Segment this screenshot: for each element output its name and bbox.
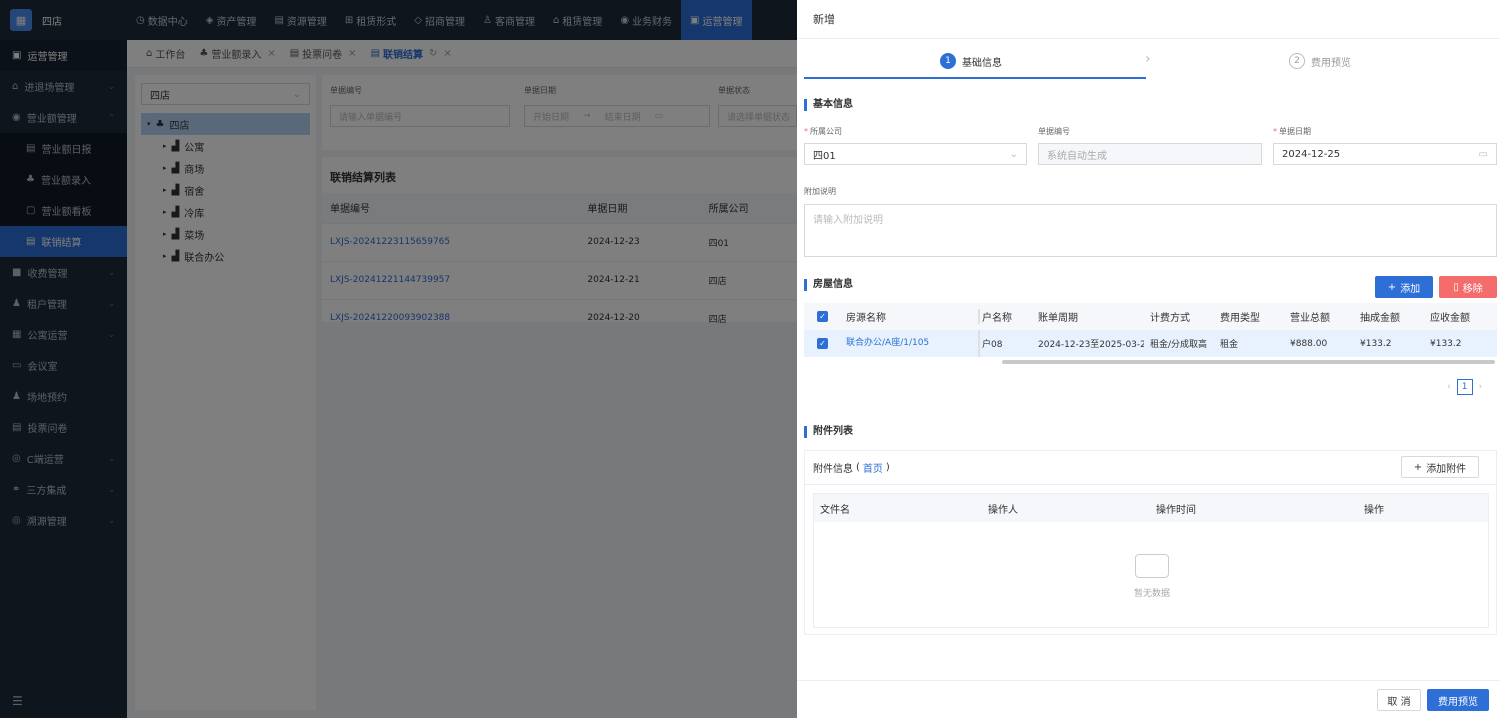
doc-no-field: 系统自动生成 <box>1038 143 1262 165</box>
required-mark: * <box>804 127 808 136</box>
add-drawer: 新增 1 基础信息 › 2 费用预览 基本信息 * 所属公司 四01 ⌄ 单据编号… <box>797 0 1500 718</box>
add-label: 添加 <box>1400 283 1421 295</box>
tenant-cell: 户08 <box>982 340 1003 350</box>
header-checkbox-cell[interactable]: ✓ <box>804 311 840 322</box>
steps: 1 基础信息 › 2 费用预览 <box>797 39 1500 79</box>
date-label-text: 单据日期 <box>1279 127 1311 136</box>
add-button[interactable]: + 添加 <box>1375 276 1433 298</box>
receivable-cell: ¥133.2 <box>1430 338 1462 349</box>
next-page-icon[interactable]: › <box>1479 382 1483 392</box>
modal-overlay[interactable] <box>0 0 797 718</box>
chevron-right-icon: › <box>1145 51 1151 67</box>
attach-home-link[interactable]: 首页 <box>863 460 883 475</box>
checkbox-checked-icon: ✓ <box>817 338 828 349</box>
required-mark: * <box>1273 127 1277 136</box>
col-header: 户名称 <box>982 313 1012 324</box>
remark-textarea[interactable]: 请输入附加说明 <box>804 204 1497 257</box>
commission-cell: ¥133.2 <box>1360 338 1392 349</box>
house-table: ✓ 房源名称 户名称 账单周期 计费方式 费用类型 营业总额 抽成金额 应收金额… <box>804 303 1497 363</box>
attachment-table: 文件名 操作人 操作时间 操作 暂无数据 <box>813 493 1489 628</box>
revenue-cell: ¥888.00 <box>1290 338 1328 349</box>
date-value: 2024-12-25 <box>1282 148 1341 160</box>
plus-icon: + <box>1413 461 1423 473</box>
trash-icon: ▯ <box>1453 281 1459 293</box>
col-header: 营业总额 <box>1290 313 1330 324</box>
company-label: * 所属公司 <box>804 126 842 137</box>
empty-text: 暂无数据 <box>1133 589 1170 599</box>
prev-page-icon[interactable]: ‹ <box>1447 382 1451 392</box>
col-header: 费用类型 <box>1220 313 1260 324</box>
attach-list-title: 附件列表 <box>804 426 853 438</box>
company-select[interactable]: 四01 ⌄ <box>804 143 1027 165</box>
remark-placeholder: 请输入附加说明 <box>813 215 883 226</box>
company-value: 四01 <box>813 150 836 162</box>
step-number: 2 <box>1289 53 1305 69</box>
step-number: 1 <box>940 53 956 69</box>
basic-info-title: 基本信息 <box>804 99 853 111</box>
step-label: 费用预览 <box>1311 57 1351 69</box>
col-header: 操作时间 <box>1156 504 1196 516</box>
col-header: 账单周期 <box>1038 313 1078 324</box>
empty-box-icon <box>1135 554 1169 578</box>
col-header: 操作人 <box>988 504 1018 516</box>
step-fee-preview[interactable]: 2 费用预览 <box>1289 53 1351 69</box>
step-active-line <box>804 77 1146 79</box>
col-header: 文件名 <box>820 504 850 516</box>
drawer-footer: 取 消 费用预览 <box>797 680 1500 718</box>
fee-preview-label: 费用预览 <box>1438 696 1478 708</box>
empty-state: 暂无数据 <box>814 554 1490 599</box>
page-number[interactable]: 1 <box>1456 379 1473 395</box>
remove-button[interactable]: ▯ 移除 <box>1439 276 1497 298</box>
pagination: ‹ 1 › <box>1447 379 1482 395</box>
row-checkbox-cell[interactable]: ✓ <box>804 338 840 349</box>
date-picker[interactable]: 2024-12-25 ▭ <box>1273 143 1497 165</box>
chevron-down-icon: ⌄ <box>1009 148 1018 160</box>
company-label-text: 所属公司 <box>810 127 842 136</box>
paren-open: ( <box>856 462 860 473</box>
checkbox-checked-icon: ✓ <box>817 311 828 322</box>
col-header: 应收金额 <box>1430 313 1470 324</box>
plus-icon: + <box>1387 281 1397 293</box>
attachment-header: 附件信息 ( 首页 ) <box>805 451 1496 485</box>
house-row[interactable]: ✓ 联合办公/A座/1/105 户08 2024-12-23至2025-03-2… <box>804 330 1497 357</box>
remark-label: 附加说明 <box>804 187 836 196</box>
doc-no-value: 系统自动生成 <box>1047 150 1107 162</box>
col-header: 房源名称 <box>840 309 980 324</box>
step-label: 基础信息 <box>962 57 1002 69</box>
col-header: 操作 <box>1364 504 1384 516</box>
doc-no-label: 单据编号 <box>1038 127 1070 136</box>
step-basic-info[interactable]: 1 基础信息 <box>940 53 1002 69</box>
attach-info-label: 附件信息 <box>813 464 853 475</box>
house-table-header: ✓ 房源名称 户名称 账单周期 计费方式 费用类型 营业总额 抽成金额 应收金额 <box>804 303 1497 330</box>
cancel-button[interactable]: 取 消 <box>1377 689 1421 711</box>
add-attachment-label: 添加附件 <box>1426 463 1467 475</box>
attachment-box: 附件信息 ( 首页 ) + 添加附件 文件名 操作人 操作时间 操作 暂无数据 <box>804 450 1497 635</box>
calendar-icon: ▭ <box>1478 148 1488 160</box>
date-label: * 单据日期 <box>1273 126 1311 137</box>
table-horizontal-scrollbar[interactable] <box>1002 360 1495 364</box>
cancel-label: 取 消 <box>1387 696 1411 708</box>
remove-label: 移除 <box>1462 283 1483 295</box>
period-cell: 2024-12-23至2025-03-22 <box>1038 340 1144 350</box>
fee-preview-button[interactable]: 费用预览 <box>1427 689 1489 711</box>
room-name-link[interactable]: 联合办公/A座/1/105 <box>840 330 980 357</box>
add-attachment-button[interactable]: + 添加附件 <box>1401 456 1479 478</box>
drawer-title: 新增 <box>797 0 1500 39</box>
house-info-title: 房屋信息 <box>804 279 853 291</box>
fee-type-cell: 租金 <box>1220 340 1239 350</box>
col-header: 计费方式 <box>1150 313 1190 324</box>
billing-cell: 租金/分成取高 <box>1150 340 1208 350</box>
attachment-table-header: 文件名 操作人 操作时间 操作 <box>814 494 1488 522</box>
paren-close: ) <box>885 462 890 473</box>
col-header: 抽成金额 <box>1360 313 1400 324</box>
